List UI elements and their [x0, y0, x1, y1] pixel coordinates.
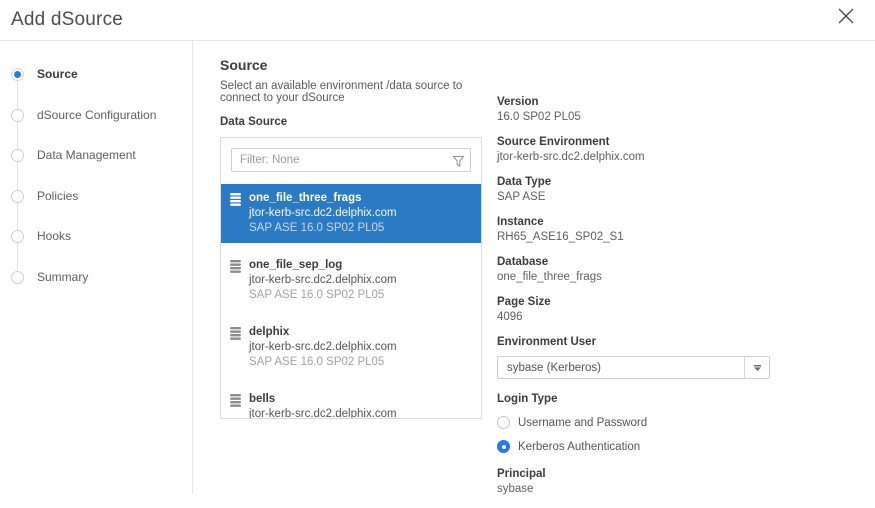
step-source[interactable]: Source: [0, 66, 193, 82]
step-radio-icon: [11, 190, 24, 203]
filter-wrap: [231, 148, 471, 172]
data-source-item[interactable]: bells jtor-kerb-src.dc2.delphix.com SAP …: [221, 385, 481, 419]
close-button[interactable]: [835, 6, 857, 28]
step-radio-icon: [11, 68, 24, 81]
database-icon: [230, 260, 241, 273]
radio-kerberos-authentication[interactable]: Kerberos Authentication: [497, 440, 772, 453]
step-data-management[interactable]: Data Management: [0, 147, 193, 163]
data-source-version: SAP ASE 16.0 SP02 PL05: [249, 288, 471, 303]
field-value: one_file_three_frags: [497, 271, 772, 283]
close-icon: [836, 6, 856, 26]
filter-input[interactable]: [231, 148, 471, 172]
data-source-version: SAP ASE 16.0 SP02 PL05: [249, 355, 471, 370]
radio-label: Username and Password: [518, 417, 647, 429]
field-label: Principal: [497, 468, 772, 480]
step-dsource-configuration[interactable]: dSource Configuration: [0, 107, 193, 123]
data-source-item[interactable]: one_file_three_frags jtor-kerb-src.dc2.d…: [221, 184, 481, 243]
radio-icon: [497, 440, 510, 453]
field-value: jtor-kerb-src.dc2.delphix.com: [497, 151, 772, 163]
data-source-item[interactable]: delphix jtor-kerb-src.dc2.delphix.com SA…: [221, 318, 481, 377]
login-type-label: Login Type: [497, 393, 772, 405]
detail-field-database: Database one_file_three_frags: [497, 256, 772, 283]
step-hooks[interactable]: Hooks: [0, 228, 193, 244]
data-source-name: one_file_three_frags: [249, 191, 471, 206]
data-source-name: delphix: [249, 325, 471, 340]
filter-funnel-icon[interactable]: [453, 154, 464, 172]
field-label: Version: [497, 96, 772, 108]
step-policies[interactable]: Policies: [0, 188, 193, 204]
field-label: Data Type: [497, 176, 772, 188]
dialog-header: Add dSource: [0, 0, 875, 41]
field-label: Instance: [497, 216, 772, 228]
data-source-host: jtor-kerb-src.dc2.delphix.com: [249, 340, 471, 355]
step-label: Policies: [37, 189, 78, 203]
environment-user-select[interactable]: sybase (Kerberos): [497, 356, 770, 379]
field-value: sybase: [497, 483, 772, 495]
step-label: Source: [37, 67, 78, 81]
step-radio-icon: [11, 149, 24, 162]
data-source-name: bells: [249, 392, 471, 407]
environment-user-label: Environment User: [497, 336, 772, 348]
database-icon: [230, 193, 241, 206]
select-arrow-segment[interactable]: [744, 357, 769, 378]
detail-field-principal: Principal sybase: [497, 468, 772, 495]
field-value: SAP ASE: [497, 191, 772, 203]
source-details-panel: Version 16.0 SP02 PL05 Source Environmen…: [497, 96, 772, 508]
data-source-item[interactable]: one_file_sep_log jtor-kerb-src.dc2.delph…: [221, 251, 481, 310]
field-label: Source Environment: [497, 136, 772, 148]
step-label: Hooks: [37, 229, 71, 243]
data-source-version: SAP ASE 16.0 SP02 PL05: [249, 221, 471, 236]
detail-field-source-environment: Source Environment jtor-kerb-src.dc2.del…: [497, 136, 772, 163]
step-summary[interactable]: Summary: [0, 269, 193, 285]
data-source-host: jtor-kerb-src.dc2.delphix.com: [249, 273, 471, 288]
field-value: RH65_ASE16_SP02_S1: [497, 231, 772, 243]
dialog-title: Add dSource: [11, 9, 123, 31]
step-radio-icon: [11, 109, 24, 122]
field-value: 4096: [497, 311, 772, 323]
page-title: Source: [220, 57, 482, 73]
detail-field-version: Version 16.0 SP02 PL05: [497, 96, 772, 123]
step-radio-icon: [11, 230, 24, 243]
radio-icon: [497, 416, 510, 429]
detail-field-page-size: Page Size 4096: [497, 296, 772, 323]
detail-field-instance: Instance RH65_ASE16_SP02_S1: [497, 216, 772, 243]
database-icon: [230, 394, 241, 407]
data-source-label: Data Source: [220, 116, 482, 128]
data-source-name: one_file_sep_log: [249, 258, 471, 273]
step-label: Summary: [37, 270, 88, 284]
environment-user-value: sybase (Kerberos): [498, 362, 744, 374]
field-label: Database: [497, 256, 772, 268]
database-icon: [230, 327, 241, 340]
stepper-connector-line: [17, 73, 18, 276]
field-label: Page Size: [497, 296, 772, 308]
step-label: Data Management: [37, 148, 136, 162]
data-source-listbox: one_file_three_frags jtor-kerb-src.dc2.d…: [220, 137, 482, 419]
radio-username-password[interactable]: Username and Password: [497, 416, 772, 429]
step-radio-icon: [11, 271, 24, 284]
radio-label: Kerberos Authentication: [518, 441, 640, 453]
detail-field-data-type: Data Type SAP ASE: [497, 176, 772, 203]
step-label: dSource Configuration: [37, 108, 156, 122]
wizard-stepper: Source dSource Configuration Data Manage…: [0, 41, 193, 494]
chevron-down-icon: [753, 365, 762, 371]
source-selection-panel: Source Select an available environment /…: [220, 57, 482, 419]
data-source-host: jtor-kerb-src.dc2.delphix.com: [249, 407, 471, 419]
data-source-host: jtor-kerb-src.dc2.delphix.com: [249, 206, 471, 221]
page-subtitle: Select an available environment /data so…: [220, 80, 482, 104]
field-value: 16.0 SP02 PL05: [497, 111, 772, 123]
